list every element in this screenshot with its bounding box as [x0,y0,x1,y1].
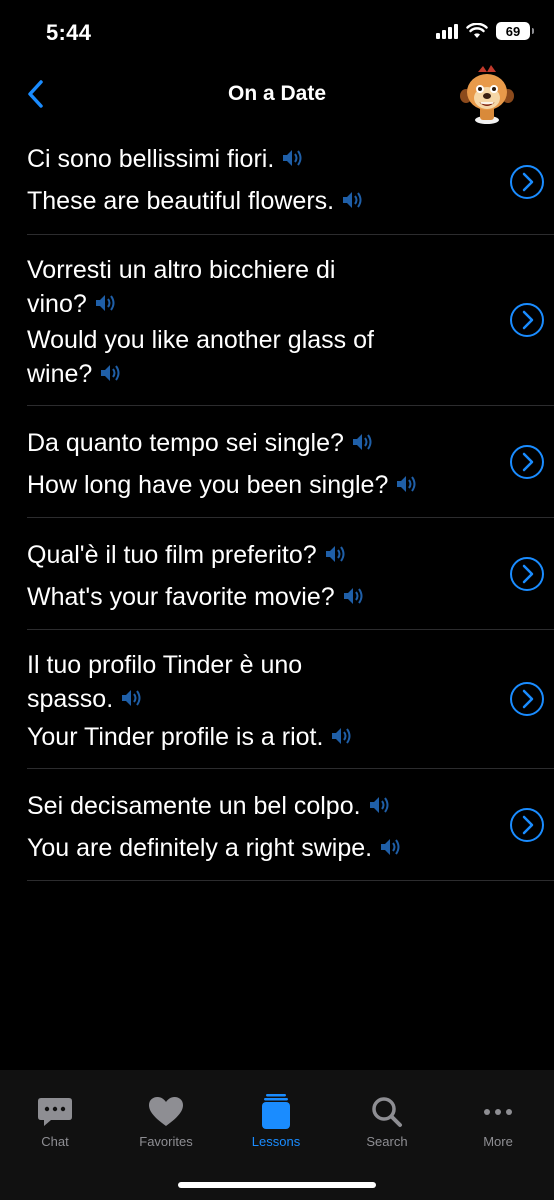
tab-label: Chat [41,1134,69,1149]
chevron-right-circle-icon[interactable] [509,302,545,338]
speaker-icon[interactable] [98,362,124,384]
chevron-right-circle-icon[interactable] [509,444,545,480]
phrase-row[interactable]: Sei decisamente un bel colpo. You are de… [27,769,554,881]
english-translation: These are beautiful flowers. [27,184,447,218]
speaker-icon[interactable] [367,794,393,816]
tab-label: Search [366,1134,408,1149]
english-translation: Would you like another glass of wine? [27,326,374,388]
nav-bar: On a Date [0,65,554,126]
tab-search[interactable]: Search [337,1094,437,1149]
chevron-right-circle-icon[interactable] [509,556,545,592]
chevron-right-circle-icon[interactable] [509,807,545,843]
cellular-signal-icon [436,23,458,39]
tab-label: Lessons [251,1134,301,1149]
speaker-icon[interactable] [280,147,306,169]
status-time: 5:44 [46,20,92,45]
phrase-row[interactable]: Da quanto tempo sei single? How long hav… [27,406,554,518]
italian-phrase: Vorresti un altro bicchiere di vino? [27,256,336,318]
phrase-row[interactable]: Ci sono bellissimi fiori. These are beau… [27,130,554,235]
tab-bar: Chat Favorites Lessons Search More [0,1070,554,1200]
search-icon [372,1097,402,1127]
english-translation: You are definitely a right swipe. [27,831,447,865]
lessons-icon [262,1094,290,1129]
speaker-icon[interactable] [329,725,355,747]
speaker-icon[interactable] [323,543,349,565]
italian-phrase: Qual'è il tuo film preferito? [27,538,447,572]
english-translation: How long have you been single? [27,468,447,502]
chat-bubble-icon [38,1098,72,1126]
italian-phrase: Ci sono bellissimi fiori. [27,142,447,176]
english-translation: What's your favorite movie? [27,580,447,614]
home-indicator[interactable] [178,1182,376,1188]
phrase-row[interactable]: Il tuo profilo Tinder è uno spasso. Your… [27,630,554,769]
tab-label: More [483,1134,513,1149]
speaker-icon[interactable] [350,431,376,453]
status-icons: 69 [436,22,534,40]
italian-phrase: Il tuo profilo Tinder è uno spasso. [27,651,303,713]
tab-favorites[interactable]: Favorites [116,1094,216,1149]
wifi-icon [466,23,488,38]
italian-phrase: Da quanto tempo sei single? [27,426,447,460]
phrase-row[interactable]: Qual'è il tuo film preferito? What's you… [27,518,554,630]
screen: 5:44 69 On a Date Ci sono bellissimi fio… [0,0,554,1200]
chevron-right-circle-icon[interactable] [509,164,545,200]
english-translation: Your Tinder profile is a riot. [27,720,447,754]
speaker-icon[interactable] [93,292,119,314]
status-bar: 5:44 69 [0,0,554,66]
italian-phrase: Sei decisamente un bel colpo. [27,789,447,823]
speaker-icon[interactable] [119,687,145,709]
speaker-icon[interactable] [378,836,404,858]
speaker-icon[interactable] [340,189,366,211]
heart-icon [149,1097,183,1126]
more-dots-icon [484,1109,512,1115]
speaker-icon[interactable] [341,585,367,607]
tab-more[interactable]: More [448,1094,548,1149]
tab-chat[interactable]: Chat [5,1094,105,1149]
chevron-right-circle-icon[interactable] [509,681,545,717]
tab-lessons[interactable]: Lessons [226,1094,326,1149]
meerkat-mascot-avatar[interactable] [456,62,518,124]
speaker-icon[interactable] [394,473,420,495]
phrase-row[interactable]: Vorresti un altro bicchiere di vino? Wou… [27,235,554,406]
tab-label: Favorites [139,1134,193,1149]
battery-icon: 69 [496,22,534,40]
phrase-list: Ci sono bellissimi fiori. These are beau… [0,130,554,881]
